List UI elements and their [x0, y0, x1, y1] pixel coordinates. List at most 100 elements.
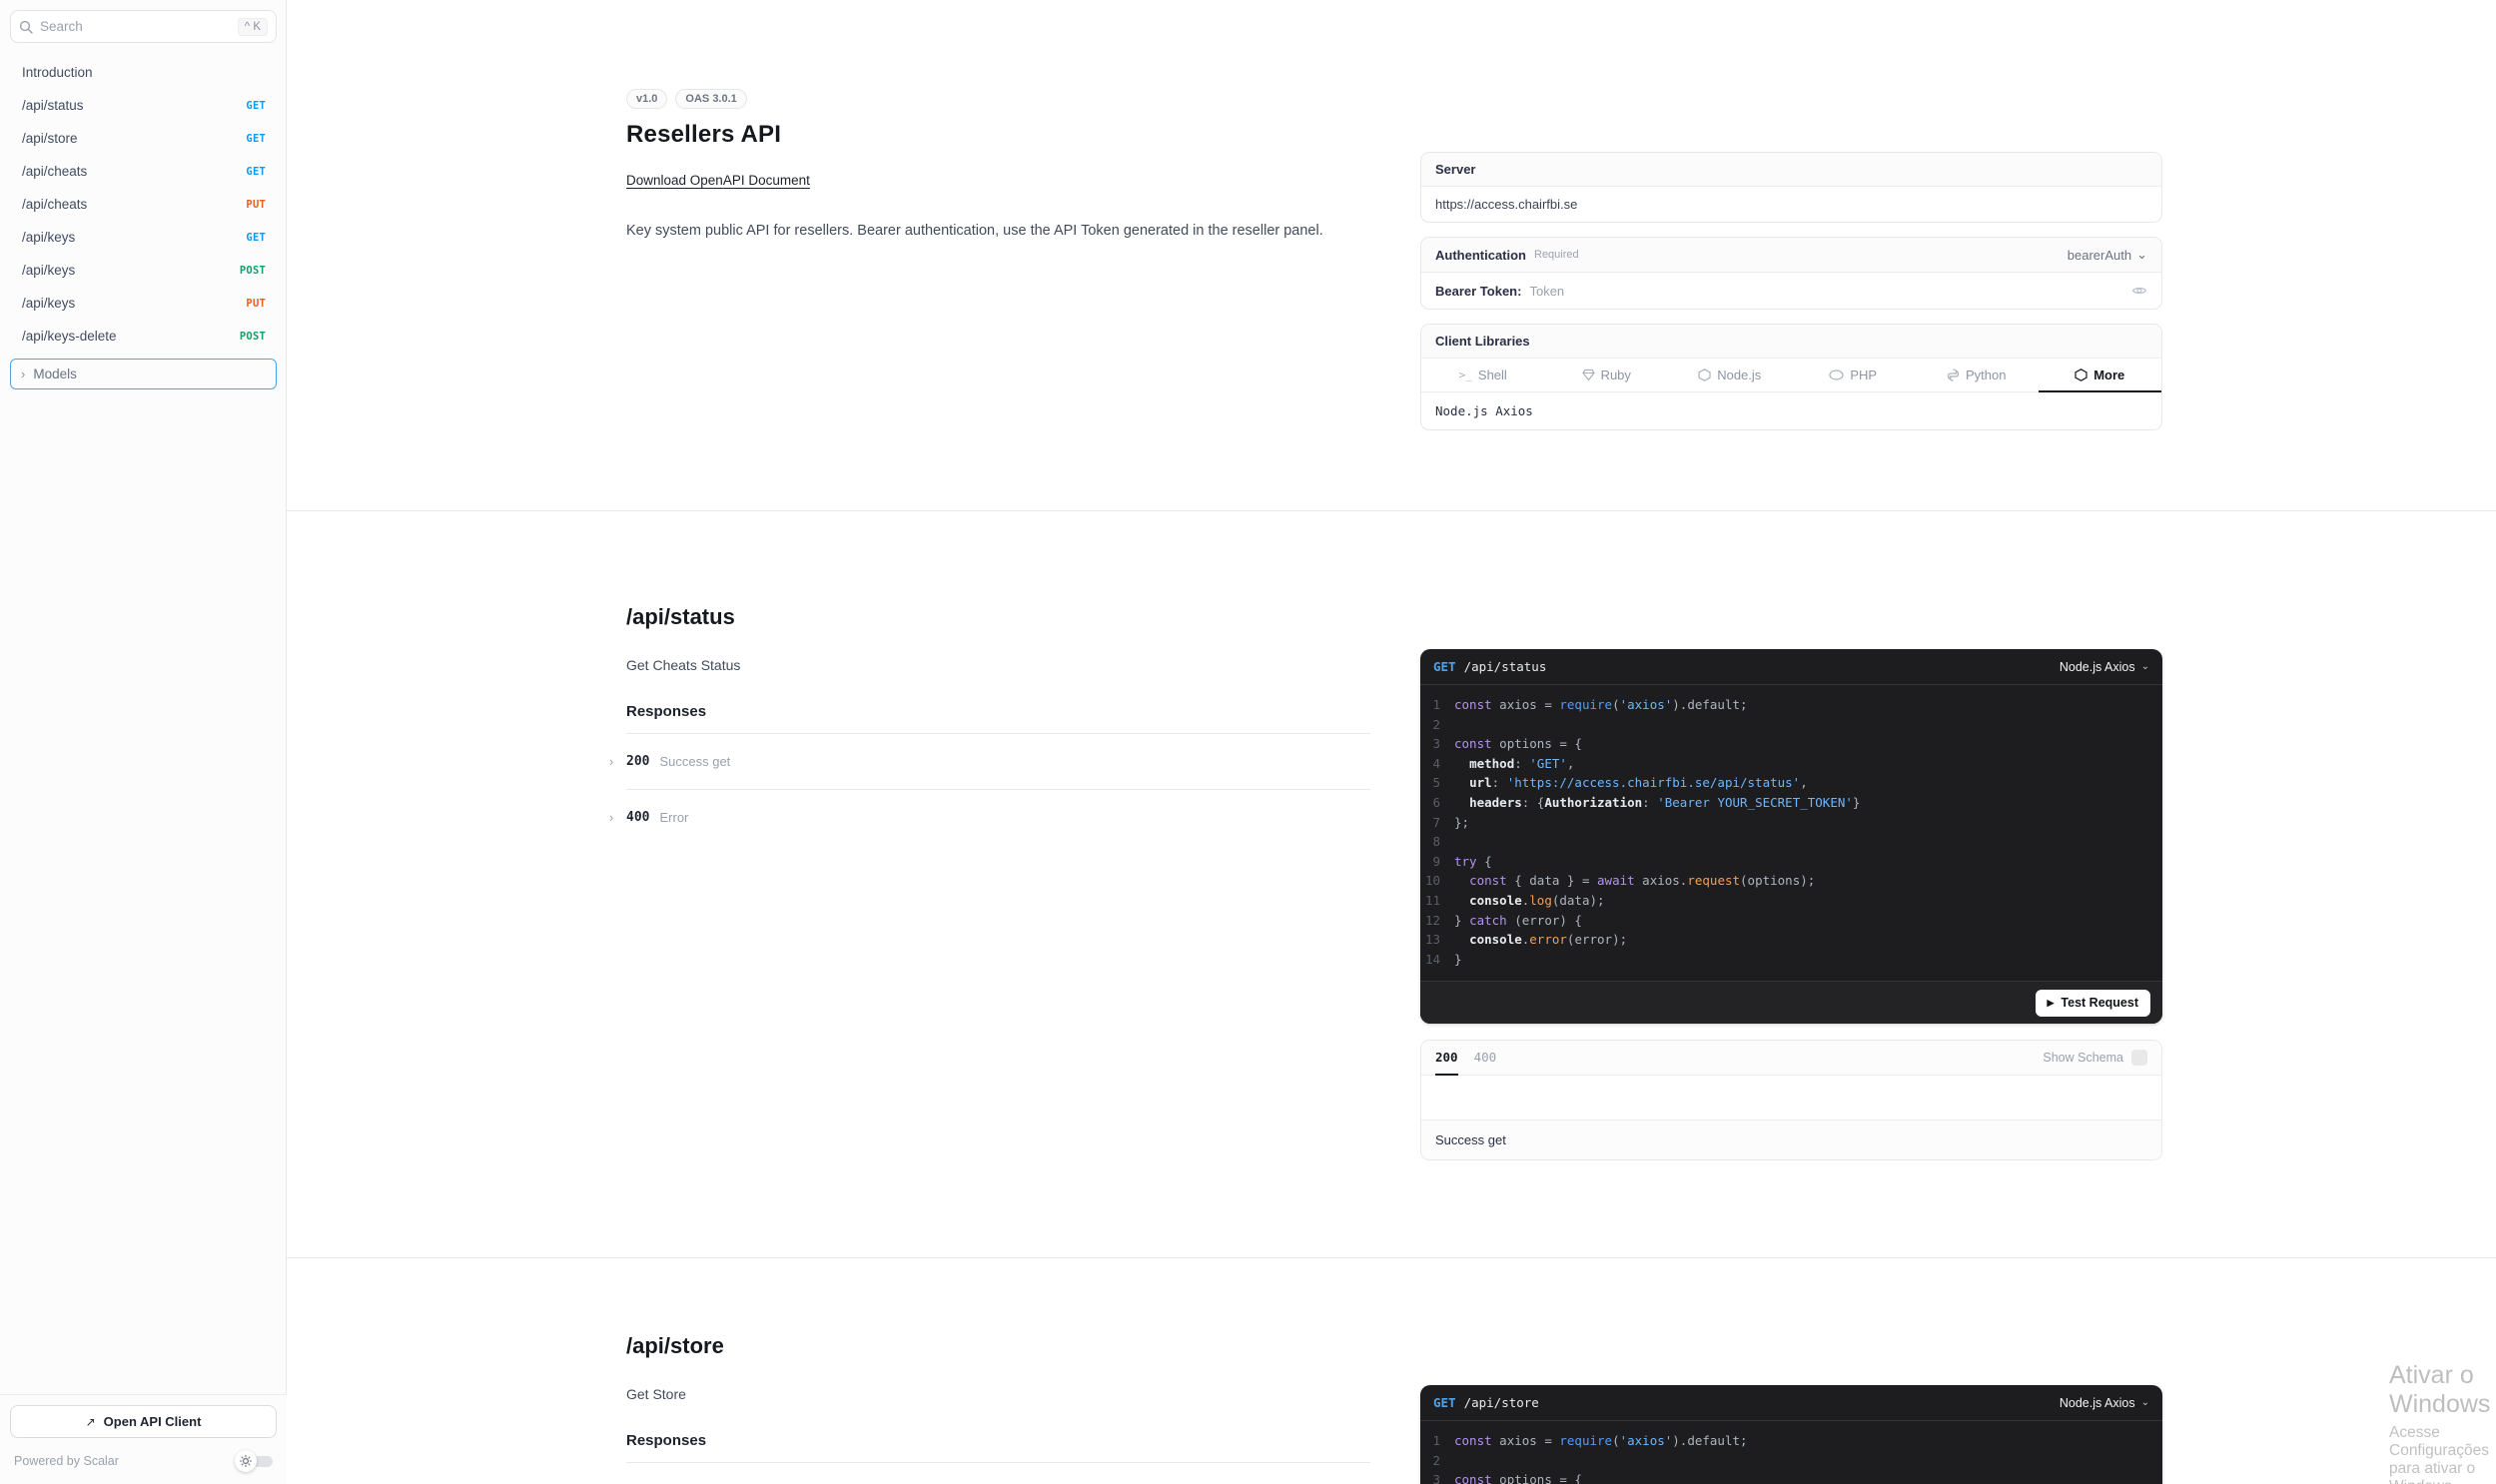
code-block-status[interactable]: 1const axios = require('axios').default;… — [1420, 685, 2162, 981]
sidebar-item-api-store-get[interactable]: /api/store GET — [0, 122, 287, 155]
chevron-right-icon: › — [609, 754, 613, 769]
tab-more[interactable]: More — [2039, 359, 2162, 392]
tab-php[interactable]: PHP — [1792, 359, 1916, 392]
endpoint-summary: Get Cheats Status — [626, 657, 1370, 673]
request-panel-footer: ▶ Test Request — [1420, 981, 2162, 1024]
request-path: /api/status — [1464, 659, 1547, 674]
authentication-card: Authentication Required bearerAuth ⌄ Bea… — [1420, 237, 2162, 310]
responses-divider — [626, 1462, 1370, 1463]
api-description: Key system public API for resellers. Bea… — [626, 218, 1340, 244]
api-store-request-column: GET /api/store Node.js Axios ⌄ 1const ax… — [1420, 1385, 2162, 1484]
response-example-footer: Success get — [1421, 1120, 2161, 1159]
response-example-card: 200 400 Show Schema Success get — [1420, 1040, 2162, 1160]
sidebar-item-api-cheats-get[interactable]: /api/cheats GET — [0, 155, 287, 188]
open-api-client-button[interactable]: ↗ Open API Client — [10, 1405, 277, 1438]
method-badge: POST — [240, 331, 266, 343]
response-example-body — [1421, 1076, 2161, 1120]
server-url: https://access.chairfbi.se — [1435, 197, 1577, 212]
bearer-token-input[interactable]: Token — [1529, 284, 1564, 299]
response-row-400[interactable]: › 400 Error — [626, 789, 1370, 845]
endpoint-title: /api/store — [626, 1333, 1370, 1359]
request-method: GET — [1433, 659, 1456, 674]
search-placeholder: Search — [40, 19, 238, 34]
method-badge: PUT — [246, 298, 266, 310]
php-icon — [1829, 370, 1844, 380]
sidebar-item-api-keys-put[interactable]: /api/keys PUT — [0, 287, 287, 320]
code-block-store[interactable]: 1const axios = require('axios').default;… — [1420, 1421, 2162, 1484]
oas-badge: OAS 3.0.1 — [675, 89, 746, 109]
server-card-header: Server — [1421, 153, 2161, 187]
sidebar-footer: ↗ Open API Client Powered by Scalar — [0, 1394, 287, 1484]
section-divider — [287, 1257, 2496, 1258]
windows-activation-watermark: Ativar o Windows Acesse Configurações pa… — [2389, 1361, 2496, 1484]
response-example-tabs: 200 400 Show Schema — [1421, 1041, 2161, 1076]
theme-toggle[interactable] — [235, 1450, 273, 1472]
required-label: Required — [1534, 249, 1579, 261]
sidebar-item-introduction[interactable]: Introduction — [0, 56, 287, 89]
version-badge: v1.0 — [626, 89, 667, 109]
responses-heading: Responses — [626, 703, 1370, 720]
nodejs-hexagon-icon — [1698, 369, 1711, 381]
download-openapi-link[interactable]: Download OpenAPI Document — [626, 173, 810, 188]
selected-client-library[interactable]: Node.js Axios — [1421, 392, 2161, 429]
sidebar-item-api-keys-get[interactable]: /api/keys GET — [0, 221, 287, 254]
api-reference-page: Search ^ K Introduction /api/status GET … — [0, 0, 2496, 1484]
tab-python[interactable]: Python — [1915, 359, 2039, 392]
sidebar: Search ^ K Introduction /api/status GET … — [0, 0, 287, 1484]
request-language-select[interactable]: Node.js Axios ⌄ — [2060, 1396, 2149, 1410]
section-divider — [287, 510, 2496, 511]
response-tab-400[interactable]: 400 — [1474, 1041, 1497, 1076]
search-shortcut: ^ K — [238, 18, 268, 36]
auth-scheme-select[interactable]: bearerAuth ⌄ — [2068, 247, 2147, 263]
more-libraries-icon — [2075, 369, 2087, 381]
page-title: Resellers API — [626, 121, 1370, 149]
test-request-button[interactable]: ▶ Test Request — [2036, 990, 2151, 1017]
server-url-select[interactable]: https://access.chairfbi.se — [1421, 187, 2161, 222]
chevron-down-icon: ⌄ — [2141, 661, 2149, 672]
sidebar-item-api-status-get[interactable]: /api/status GET — [0, 89, 287, 122]
sidebar-item-api-keys-delete-post[interactable]: /api/keys-delete POST — [0, 320, 287, 353]
server-card: Server https://access.chairfbi.se — [1420, 152, 2162, 223]
sidebar-item-api-keys-post[interactable]: /api/keys POST — [0, 254, 287, 287]
tab-shell[interactable]: >_ Shell — [1421, 359, 1545, 392]
chevron-down-icon: ⌄ — [2136, 247, 2147, 263]
intro-cards: Server https://access.chairfbi.se Authen… — [1420, 152, 2162, 444]
sidebar-item-models[interactable]: › Models — [10, 359, 277, 389]
method-badge: POST — [240, 265, 266, 277]
responses-heading: Responses — [626, 1432, 1370, 1449]
search-input[interactable]: Search ^ K — [10, 10, 277, 43]
client-libraries-header: Client Libraries — [1421, 325, 2161, 359]
powered-by-link[interactable]: Powered by Scalar — [14, 1454, 235, 1468]
endpoint-summary: Get Store — [626, 1386, 1370, 1402]
play-icon: ▶ — [2048, 998, 2055, 1009]
client-library-tabs: >_ Shell Ruby Node.js PHP — [1421, 359, 2161, 392]
ruby-gem-icon — [1582, 369, 1595, 381]
bearer-token-row: Bearer Token: Token — [1421, 273, 2161, 309]
sidebar-item-api-cheats-put[interactable]: /api/cheats PUT — [0, 188, 287, 221]
sun-icon — [235, 1450, 257, 1472]
response-row-200[interactable]: › 200 Success get — [626, 733, 1370, 789]
request-language-select[interactable]: Node.js Axios ⌄ — [2060, 660, 2149, 674]
method-badge: PUT — [246, 199, 266, 211]
show-token-icon[interactable] — [2131, 283, 2147, 299]
authentication-card-header: Authentication Required bearerAuth ⌄ — [1421, 238, 2161, 273]
chevron-down-icon: ⌄ — [2141, 1397, 2149, 1408]
version-badges: v1.0 OAS 3.0.1 — [626, 89, 1370, 109]
bearer-token-label: Bearer Token: — [1435, 284, 1521, 299]
request-panel-header: GET /api/store Node.js Axios ⌄ — [1420, 1385, 2162, 1421]
search-icon — [19, 20, 33, 34]
response-tab-200[interactable]: 200 — [1435, 1041, 1458, 1076]
chevron-right-icon: › — [609, 810, 613, 825]
sidebar-nav: Introduction /api/status GET /api/store … — [0, 56, 287, 389]
request-panel-header: GET /api/status Node.js Axios ⌄ — [1420, 649, 2162, 685]
request-example-panel: GET /api/status Node.js Axios ⌄ 1const a… — [1420, 649, 2162, 1024]
show-schema-toggle[interactable] — [2131, 1050, 2147, 1066]
method-badge: GET — [246, 133, 266, 145]
api-status-request-column: GET /api/status Node.js Axios ⌄ 1const a… — [1420, 649, 2162, 1160]
request-method: GET — [1433, 1395, 1456, 1410]
main-content: v1.0 OAS 3.0.1 Resellers API Download Op… — [287, 0, 2496, 1484]
client-libraries-card: Client Libraries >_ Shell Ruby Node.js — [1420, 324, 2162, 430]
intro-section: v1.0 OAS 3.0.1 Resellers API Download Op… — [626, 89, 1370, 244]
tab-nodejs[interactable]: Node.js — [1668, 359, 1792, 392]
tab-ruby[interactable]: Ruby — [1545, 359, 1669, 392]
